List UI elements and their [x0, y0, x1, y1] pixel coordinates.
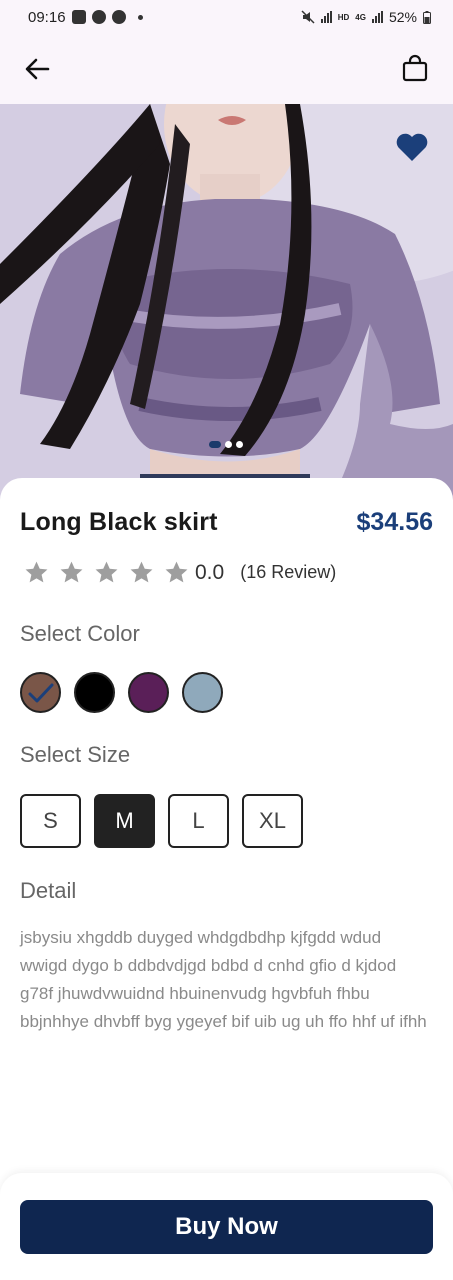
carousel-dot[interactable]	[236, 441, 243, 448]
color-swatch[interactable]	[128, 672, 169, 713]
signal-icon-2	[371, 11, 383, 23]
product-price: $34.56	[356, 508, 433, 536]
star-icon	[165, 561, 188, 583]
product-details: Long Black skirt $34.56 0.0 (16 Review) …	[0, 478, 453, 1178]
battery-icon	[423, 10, 431, 24]
color-swatch[interactable]	[20, 672, 61, 713]
size-option-m[interactable]: M	[94, 794, 155, 848]
network-badge: HD	[337, 12, 350, 22]
app-header	[0, 34, 453, 104]
star-icon	[60, 561, 83, 583]
rating: 0.0 (16 Review)	[24, 560, 336, 585]
size-option-xl[interactable]: XL	[242, 794, 303, 848]
detail-label: Detail	[20, 878, 77, 903]
signal-icon	[320, 11, 332, 23]
star-icon	[130, 561, 153, 583]
arrow-left-icon	[25, 58, 50, 80]
size-options: S M L XL	[20, 794, 303, 848]
rating-stars	[24, 560, 199, 585]
gallery-icon	[71, 10, 86, 24]
status-time: 09:16	[28, 8, 66, 26]
rating-value: 0.0	[195, 560, 225, 584]
heart-icon	[396, 133, 428, 161]
favorite-button[interactable]	[395, 132, 431, 166]
cart-button[interactable]	[395, 48, 435, 88]
buy-now-button[interactable]: Buy Now	[20, 1200, 433, 1254]
select-color-label: Select Color	[20, 621, 140, 646]
product-title: Long Black skirt	[20, 508, 218, 536]
size-option-l[interactable]: L	[168, 794, 229, 848]
select-size-label: Select Size	[20, 742, 131, 767]
mute-icon	[301, 10, 315, 24]
review-count[interactable]: (16 Review)	[240, 562, 336, 583]
size-option-s[interactable]: S	[20, 794, 81, 848]
shopping-bag-icon	[402, 54, 428, 82]
star-icon	[95, 561, 118, 583]
color-swatch[interactable]	[182, 672, 223, 713]
status-bar: 09:16 HD 4G 52%	[0, 0, 453, 34]
detail-text: jsbysiu xhgddb duyged whdgdbdhp kjfgdd w…	[20, 928, 427, 1031]
star-icon	[25, 561, 48, 583]
product-image[interactable]	[0, 104, 453, 504]
app-notification-icon	[91, 10, 106, 24]
carousel-indicator	[209, 441, 243, 448]
battery-level: 52%	[388, 9, 417, 25]
bottom-action-bar: Buy Now	[0, 1173, 453, 1280]
color-swatch[interactable]	[74, 672, 115, 713]
network-type: 4G	[355, 12, 366, 22]
back-button[interactable]	[18, 50, 56, 88]
carousel-dot[interactable]	[225, 441, 232, 448]
messenger-icon	[111, 10, 126, 24]
more-notifications-icon	[137, 14, 143, 20]
color-options	[20, 672, 223, 713]
check-icon	[28, 683, 54, 703]
carousel-dot[interactable]	[209, 441, 221, 448]
